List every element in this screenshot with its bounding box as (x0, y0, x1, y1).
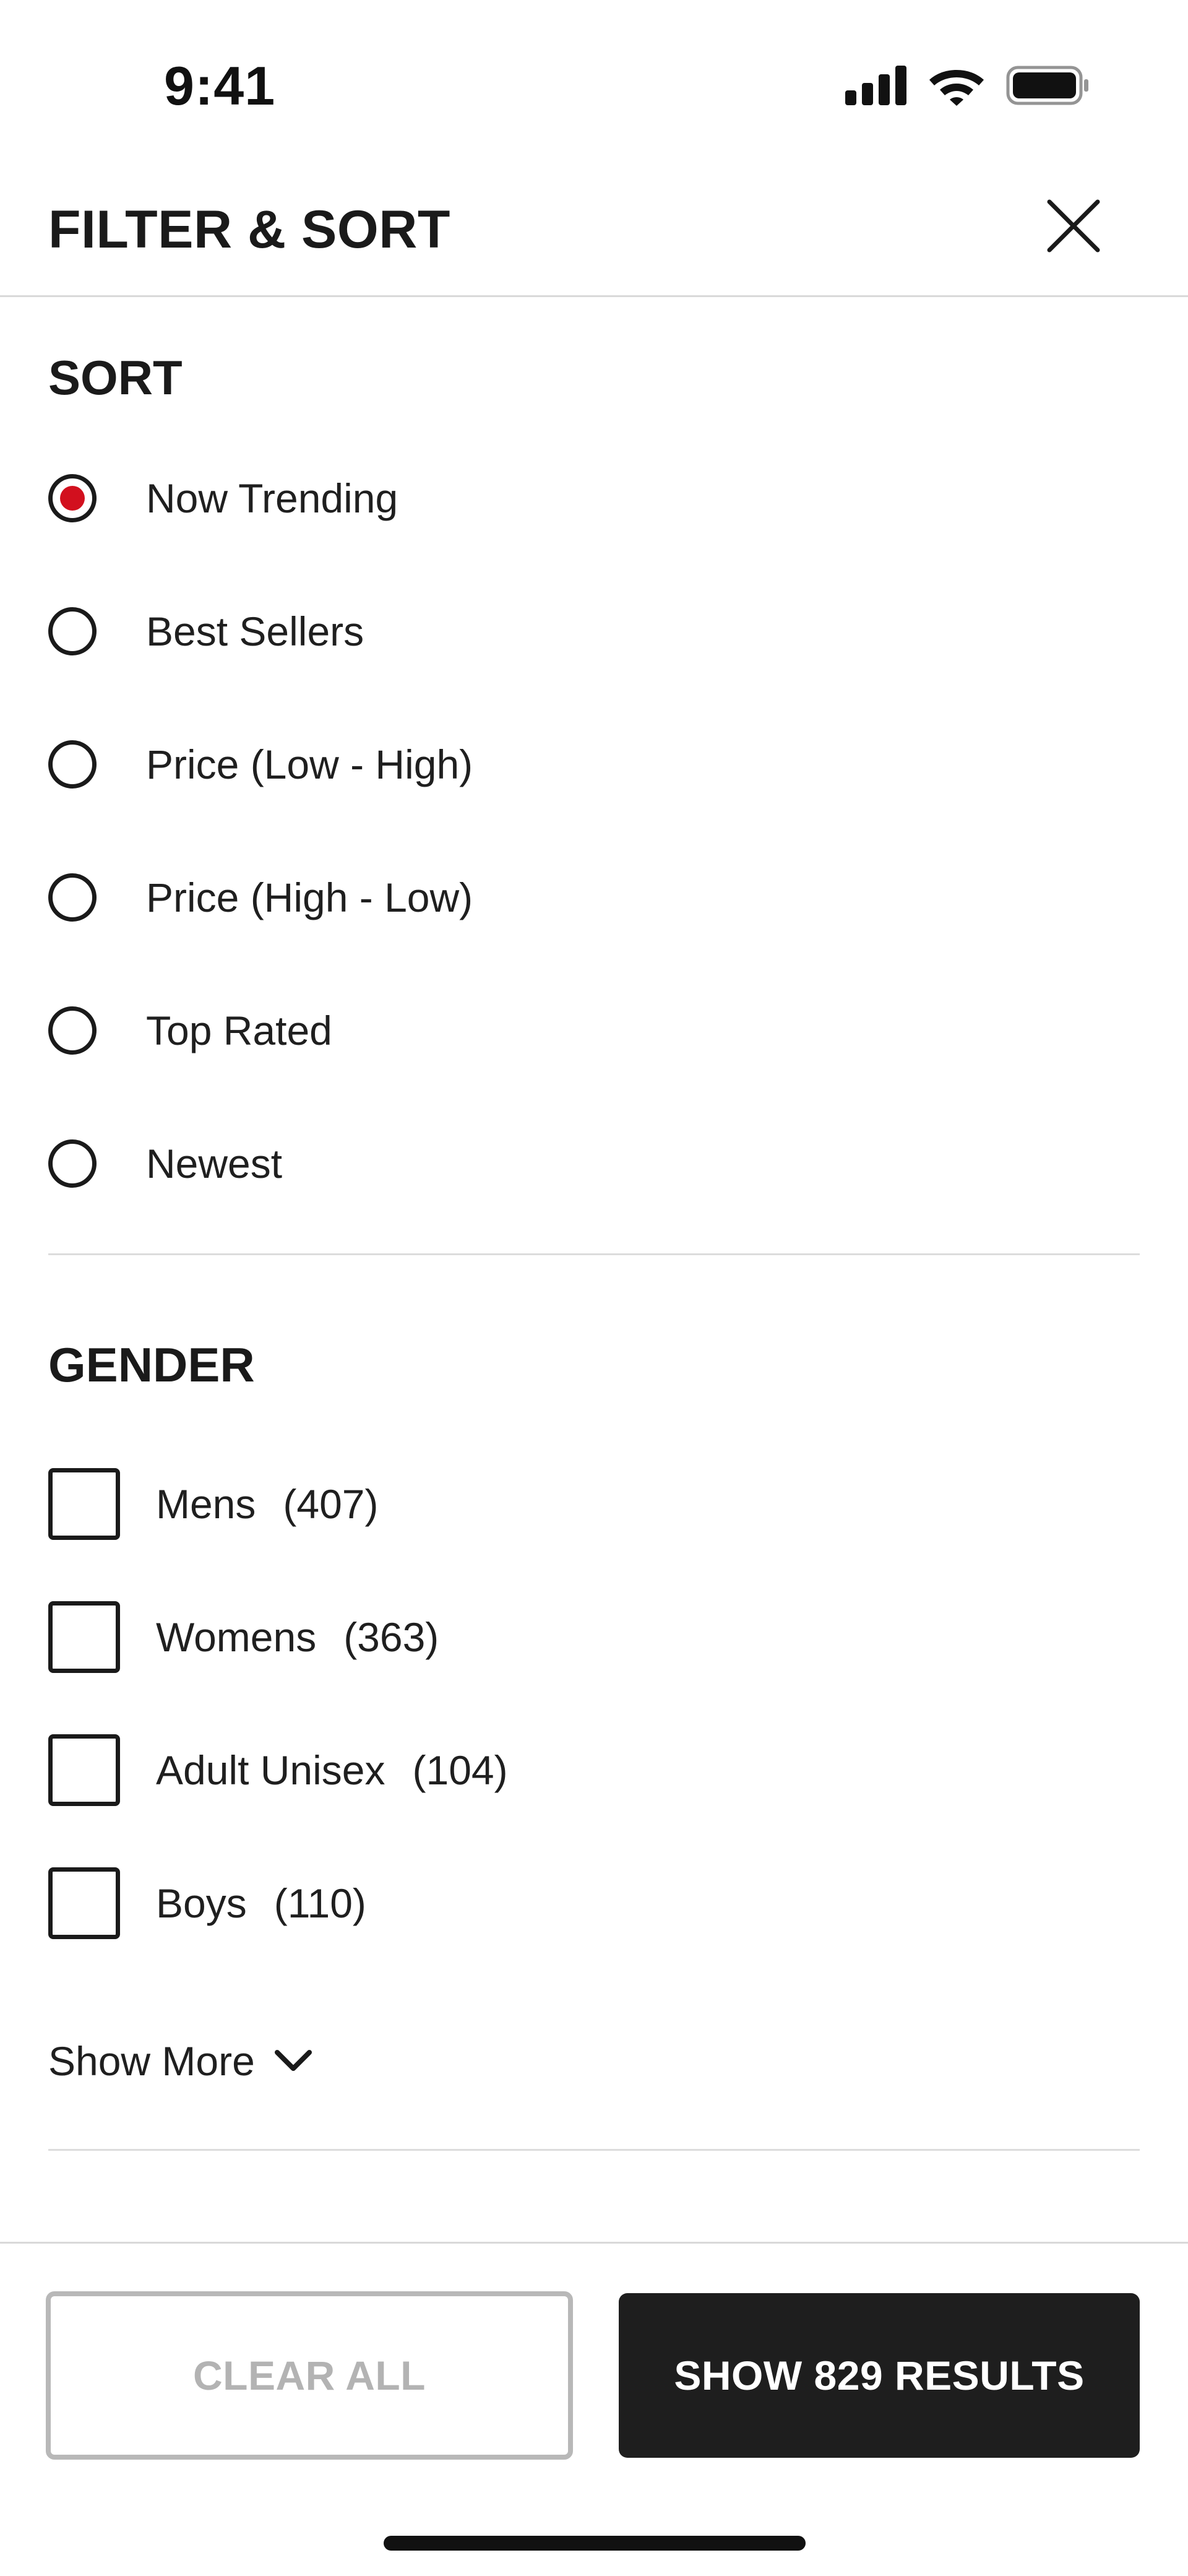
radio-button[interactable] (48, 1006, 97, 1055)
filter-sort-screen: 9:41 FILTER & SORT SORT Now Trending Bes… (0, 0, 1188, 2576)
gender-option-count: (363) (343, 1614, 439, 1660)
checkbox[interactable] (48, 1734, 120, 1806)
status-bar: 9:41 (0, 0, 1188, 161)
home-indicator (384, 2536, 806, 2551)
gender-option-label: Boys (156, 1880, 247, 1926)
status-time: 9:41 (164, 55, 276, 116)
sort-option-now-trending[interactable]: Now Trending (48, 461, 398, 535)
gender-option-count: (407) (283, 1481, 379, 1527)
sort-option-price-low-high[interactable]: Price (Low - High) (48, 727, 473, 802)
sort-option-price-high-low[interactable]: Price (High - Low) (48, 860, 473, 935)
checkbox[interactable] (48, 1601, 120, 1673)
radio-dot (60, 486, 85, 511)
header: FILTER & SORT (0, 161, 1188, 297)
radio-button[interactable] (48, 1139, 97, 1188)
sort-option-label: Top Rated (146, 1008, 332, 1053)
gender-option-mens[interactable]: Mens (407) (48, 1464, 378, 1544)
sort-option-label: Now Trending (146, 475, 398, 521)
section-divider (48, 1253, 1140, 1255)
radio-button[interactable] (48, 873, 97, 922)
sort-option-label: Best Sellers (146, 608, 364, 654)
sort-option-label: Newest (146, 1141, 283, 1186)
battery-icon (1006, 66, 1088, 105)
gender-option-count: (104) (412, 1747, 508, 1793)
gender-option-adult-unisex[interactable]: Adult Unisex (104) (48, 1730, 508, 1810)
cellular-signal-icon (845, 66, 906, 105)
show-results-button[interactable]: SHOW 829 RESULTS (619, 2293, 1140, 2458)
sort-option-best-sellers[interactable]: Best Sellers (48, 594, 364, 668)
wifi-icon (929, 70, 984, 106)
gender-section-title: GENDER (48, 1338, 255, 1392)
close-icon (1047, 199, 1100, 253)
show-more-button[interactable]: Show More (48, 2030, 313, 2092)
sort-option-newest[interactable]: Newest (48, 1126, 282, 1201)
close-button[interactable] (1040, 192, 1108, 260)
page-title: FILTER & SORT (48, 200, 450, 259)
sort-option-label: Price (High - Low) (146, 875, 473, 920)
checkbox[interactable] (48, 1867, 120, 1939)
radio-button[interactable] (48, 740, 97, 789)
footer-actions: CLEAR ALL SHOW 829 RESULTS (0, 2242, 1188, 2576)
gender-option-boys[interactable]: Boys (110) (48, 1863, 366, 1943)
radio-button-selected[interactable] (48, 474, 97, 522)
sort-section-title: SORT (48, 350, 183, 405)
sort-option-label: Price (Low - High) (146, 741, 473, 787)
gender-option-label: Womens (156, 1614, 317, 1660)
sort-option-top-rated[interactable]: Top Rated (48, 993, 332, 1068)
show-more-label: Show More (48, 2038, 255, 2084)
status-icons (845, 65, 1089, 106)
chevron-down-icon (274, 2050, 312, 2071)
gender-option-count: (110) (273, 1880, 366, 1926)
clear-all-button[interactable]: CLEAR ALL (46, 2291, 573, 2460)
checkbox[interactable] (48, 1468, 120, 1540)
section-divider (48, 2149, 1140, 2151)
gender-option-womens[interactable]: Womens (363) (48, 1597, 439, 1677)
gender-option-label: Mens (156, 1481, 256, 1527)
radio-button[interactable] (48, 607, 97, 655)
gender-option-label: Adult Unisex (156, 1747, 385, 1793)
